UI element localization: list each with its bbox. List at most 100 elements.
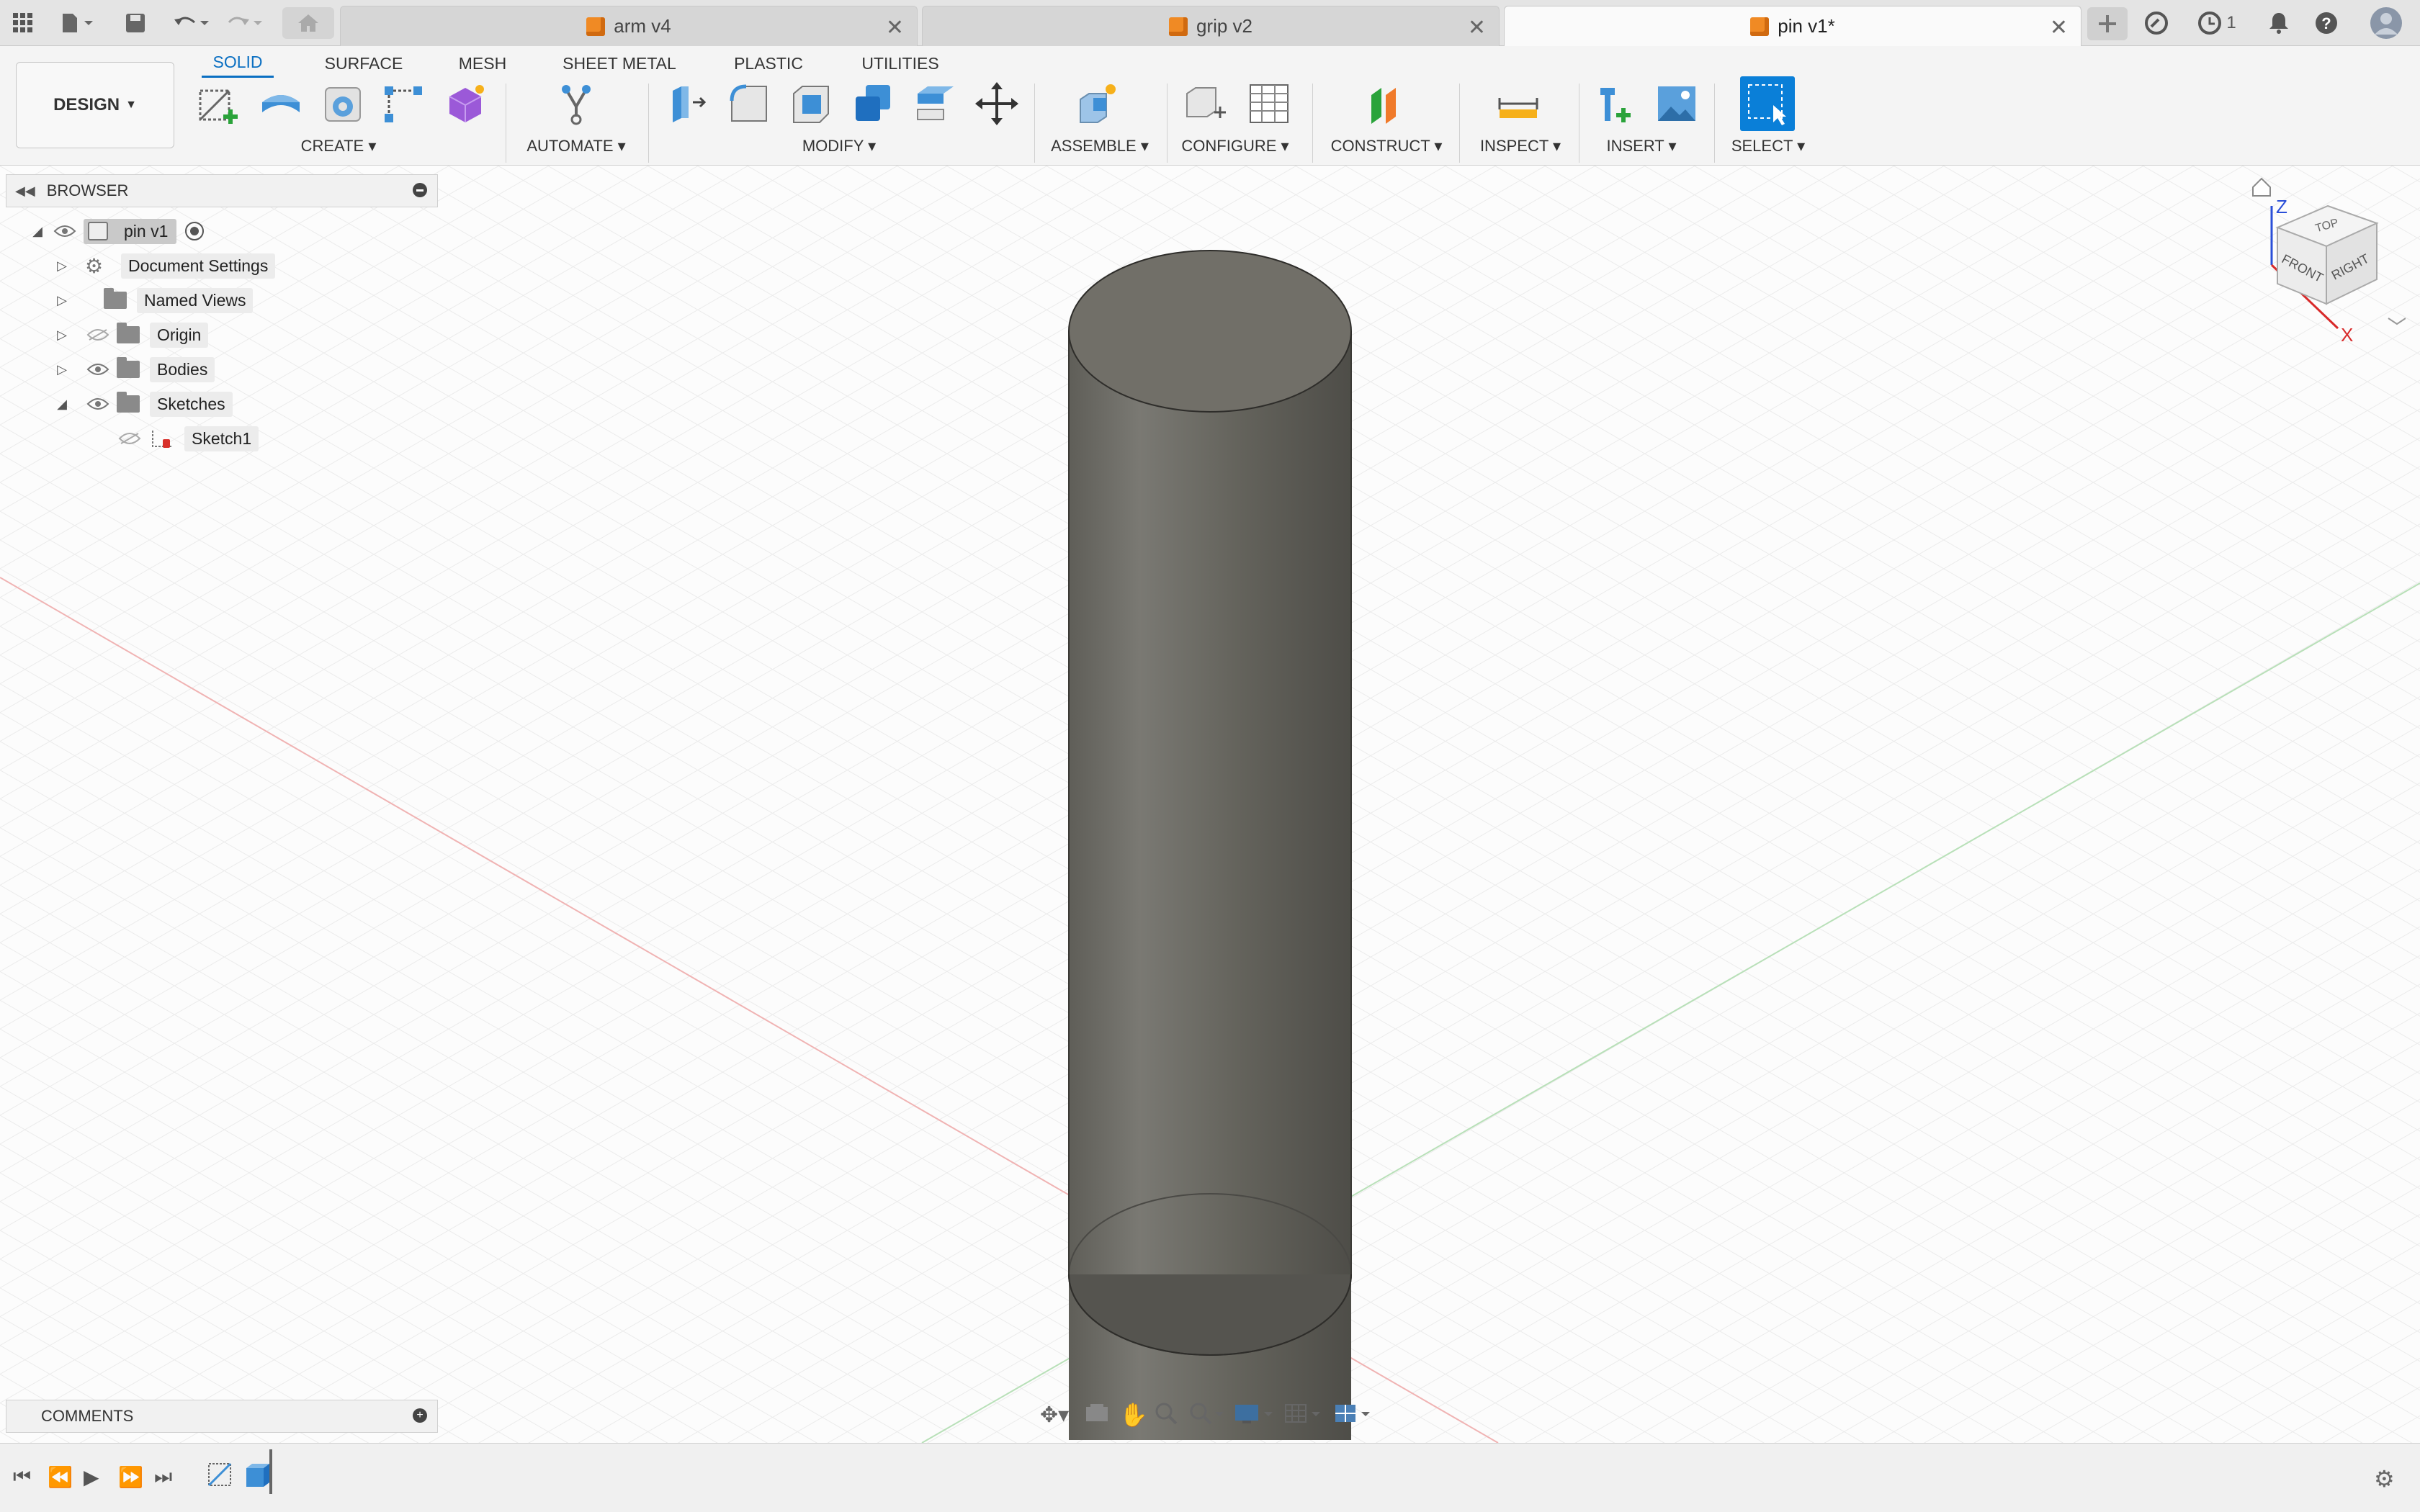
viewports-icon[interactable] bbox=[1334, 1402, 1379, 1428]
tab-grip[interactable]: grip v2 ✕ bbox=[922, 6, 1500, 46]
collapse-panel-icon[interactable]: ◀◀ bbox=[15, 184, 35, 199]
select-menu[interactable]: SELECT ▾ bbox=[1721, 137, 1815, 156]
visibility-eye-icon[interactable] bbox=[85, 396, 111, 412]
tree-item-document-settings[interactable]: ▷ ⚙ Document Settings bbox=[53, 251, 276, 281]
comments-panel-header[interactable]: COMMENTS + bbox=[6, 1400, 438, 1433]
automate-menu[interactable]: AUTOMATE ▾ bbox=[519, 137, 634, 156]
select-icon[interactable] bbox=[1740, 76, 1795, 131]
tab-pin[interactable]: pin v1* ✕ bbox=[1504, 6, 2081, 46]
close-icon[interactable]: ✕ bbox=[2050, 15, 2068, 40]
redo-icon[interactable] bbox=[223, 10, 266, 36]
insert-derive-icon[interactable] bbox=[1592, 79, 1641, 128]
notifications-bell-icon[interactable] bbox=[2263, 10, 2295, 36]
app-grid-icon[interactable] bbox=[9, 10, 37, 36]
tab-sheet-metal[interactable]: SHEET METAL bbox=[560, 49, 678, 78]
grid-settings-icon[interactable] bbox=[1284, 1402, 1329, 1428]
collapsed-triangle-icon[interactable]: ▷ bbox=[53, 328, 71, 343]
timeline-sketch-feature-icon[interactable] bbox=[206, 1461, 235, 1493]
assemble-menu[interactable]: ASSEMBLE ▾ bbox=[1046, 137, 1154, 156]
shell-icon[interactable] bbox=[786, 79, 835, 128]
visibility-eye-icon[interactable] bbox=[85, 361, 111, 377]
hidden-eye-icon[interactable] bbox=[117, 431, 143, 446]
visibility-eye-icon[interactable] bbox=[52, 223, 78, 239]
tree-item-named-views[interactable]: ▷ Named Views bbox=[53, 285, 254, 315]
orbit-icon[interactable]: ✥▾ bbox=[1040, 1403, 1079, 1428]
tree-item-sketch1[interactable]: Sketch1 bbox=[111, 423, 259, 454]
home-icon[interactable] bbox=[282, 7, 334, 39]
tree-item-sketches[interactable]: ◢ Sketches bbox=[53, 389, 233, 419]
tree-item-bodies[interactable]: ▷ Bodies bbox=[53, 354, 215, 384]
tab-arm[interactable]: arm v4 ✕ bbox=[340, 6, 918, 46]
offset-face-icon[interactable] bbox=[910, 79, 959, 128]
expanded-triangle-icon[interactable]: ◢ bbox=[29, 224, 46, 239]
job-status[interactable]: 1 bbox=[2188, 10, 2246, 36]
move-copy-icon[interactable] bbox=[972, 79, 1021, 128]
tab-utilities[interactable]: UTILITIES bbox=[857, 49, 944, 78]
go-to-start-icon[interactable]: ⏮ bbox=[13, 1465, 31, 1489]
workspace-switcher-button[interactable]: DESIGN ▼ bbox=[16, 62, 174, 148]
tab-surface[interactable]: SURFACE bbox=[317, 49, 411, 78]
tab-plastic[interactable]: PLASTIC bbox=[727, 49, 810, 78]
automate-icon[interactable] bbox=[552, 79, 601, 128]
step-forward-icon[interactable]: ⏩ bbox=[118, 1465, 143, 1489]
undo-icon[interactable] bbox=[170, 10, 213, 36]
revolve-icon[interactable] bbox=[318, 79, 367, 128]
activate-radio-icon[interactable] bbox=[185, 222, 205, 240]
help-icon[interactable]: ? bbox=[2311, 10, 2342, 36]
measure-icon[interactable] bbox=[1494, 79, 1543, 128]
step-back-icon[interactable]: ⏪ bbox=[48, 1465, 73, 1489]
display-settings-icon[interactable] bbox=[1234, 1402, 1278, 1428]
collapsed-triangle-icon[interactable]: ▷ bbox=[53, 258, 71, 274]
document-icon bbox=[88, 222, 108, 240]
inspect-menu[interactable]: INSPECT ▾ bbox=[1469, 137, 1572, 156]
press-pull-icon[interactable] bbox=[661, 79, 710, 128]
user-avatar[interactable] bbox=[2367, 7, 2406, 39]
extrude-icon[interactable] bbox=[256, 79, 305, 128]
panel-minimize-icon[interactable] bbox=[413, 183, 427, 197]
timeline-marker[interactable] bbox=[269, 1449, 272, 1494]
save-icon[interactable] bbox=[121, 10, 150, 36]
configure-menu[interactable]: CONFIGURE ▾ bbox=[1175, 137, 1295, 156]
file-menu-icon[interactable] bbox=[56, 10, 99, 36]
pattern-icon[interactable] bbox=[379, 79, 428, 128]
tree-root[interactable]: ◢ pin v1 bbox=[29, 216, 205, 246]
extensions-icon[interactable] bbox=[2141, 10, 2172, 36]
fillet-icon[interactable] bbox=[725, 79, 774, 128]
modify-menu[interactable]: MODIFY ▾ bbox=[792, 137, 886, 156]
fit-zoom-icon[interactable] bbox=[1189, 1402, 1228, 1428]
new-component-icon[interactable] bbox=[1073, 79, 1122, 128]
pan-hand-icon[interactable]: ✋ bbox=[1119, 1401, 1148, 1428]
tab-solid[interactable]: SOLID bbox=[202, 49, 274, 78]
close-icon[interactable]: ✕ bbox=[1468, 15, 1486, 40]
timeline-settings-gear-icon[interactable]: ⚙ bbox=[2374, 1465, 2395, 1493]
browser-panel-header[interactable]: ◀◀ BROWSER bbox=[6, 174, 438, 207]
collapsed-triangle-icon[interactable]: ▷ bbox=[53, 293, 71, 308]
insert-menu[interactable]: INSERT ▾ bbox=[1595, 137, 1688, 156]
expanded-triangle-icon[interactable]: ◢ bbox=[53, 397, 71, 412]
look-at-icon[interactable] bbox=[1085, 1403, 1113, 1428]
view-cube[interactable]: TOP FRONT RIGHT Z X bbox=[2240, 177, 2406, 346]
play-icon[interactable]: ▶ bbox=[84, 1465, 99, 1489]
zoom-icon[interactable] bbox=[1155, 1402, 1183, 1428]
timeline-extrude-feature-icon[interactable] bbox=[242, 1461, 271, 1493]
create-sketch-icon[interactable] bbox=[194, 79, 243, 128]
panel-expand-icon[interactable]: + bbox=[413, 1408, 427, 1423]
canvas-viewport[interactable] bbox=[0, 166, 2420, 1443]
configure-icon[interactable] bbox=[1181, 79, 1230, 128]
create-menu[interactable]: CREATE ▾ bbox=[295, 137, 382, 156]
close-icon[interactable]: ✕ bbox=[886, 15, 904, 40]
combine-icon[interactable] bbox=[848, 79, 897, 128]
new-tab-icon[interactable] bbox=[2087, 7, 2128, 40]
configuration-table-icon[interactable] bbox=[1245, 79, 1294, 128]
offset-plane-icon[interactable] bbox=[1363, 79, 1412, 128]
construct-menu[interactable]: CONSTRUCT ▾ bbox=[1325, 137, 1448, 156]
insert-canvas-icon[interactable] bbox=[1652, 79, 1701, 128]
tree-item-origin[interactable]: ▷ Origin bbox=[53, 320, 209, 350]
hidden-eye-icon[interactable] bbox=[85, 327, 111, 343]
cylinder-body[interactable] bbox=[1068, 250, 1352, 1440]
go-to-end-icon[interactable]: ⏭ bbox=[154, 1465, 172, 1489]
collapsed-triangle-icon[interactable]: ▷ bbox=[53, 362, 71, 377]
tab-mesh[interactable]: MESH bbox=[448, 49, 517, 78]
svg-text:?: ? bbox=[2321, 14, 2331, 32]
create-form-icon[interactable] bbox=[441, 79, 490, 128]
